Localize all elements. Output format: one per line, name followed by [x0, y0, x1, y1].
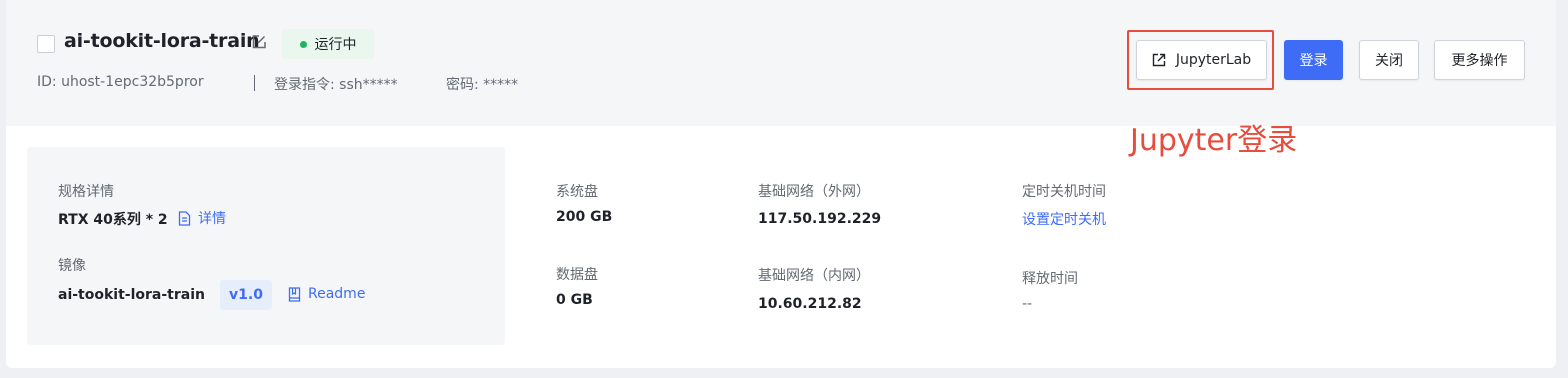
data-disk-label: 数据盘	[556, 267, 598, 283]
set-shutdown-link[interactable]: 设置定时关机	[1022, 209, 1106, 229]
login-button[interactable]: 登录	[1284, 40, 1343, 80]
jupyterlab-button[interactable]: JupyterLab	[1136, 40, 1267, 80]
instance-card: ai-tookit-lora-train 运行中 ID: uhost-1epc3…	[6, 0, 1556, 368]
meta-divider	[254, 75, 255, 91]
readme-link[interactable]: Readme	[288, 286, 365, 302]
close-button[interactable]: 关闭	[1359, 40, 1419, 80]
spec-value: RTX 40系列 * 2	[58, 212, 168, 228]
status-badge: 运行中	[282, 29, 374, 59]
instance-id: ID: uhost-1epc32b5pror	[37, 74, 204, 90]
spec-label: 规格详情	[58, 184, 114, 200]
data-disk-value: 0 GB	[556, 292, 593, 308]
release-time-label: 释放时间	[1022, 271, 1078, 287]
external-link-icon	[1152, 53, 1166, 67]
status-text: 运行中	[314, 37, 357, 53]
private-ip-value: 10.60.212.82	[758, 296, 862, 312]
release-time-value: --	[1022, 296, 1033, 312]
image-version-tag: v1.0	[220, 280, 272, 310]
book-icon	[288, 286, 301, 302]
login-command: 登录指令: ssh*****	[274, 77, 398, 93]
more-actions-button[interactable]: 更多操作	[1434, 40, 1525, 80]
jupyterlab-label: JupyterLab	[1175, 52, 1252, 68]
readme-label: Readme	[308, 286, 366, 302]
status-dot-icon	[299, 40, 307, 48]
document-icon	[178, 210, 191, 226]
private-network-label: 基础网络（内网）	[758, 268, 870, 284]
instance-header: ai-tookit-lora-train 运行中 ID: uhost-1epc3…	[6, 0, 1556, 158]
select-checkbox[interactable]	[37, 35, 55, 53]
system-disk-label: 系统盘	[556, 184, 598, 200]
system-disk-value: 200 GB	[556, 209, 613, 225]
spec-detail-label: 详情	[198, 211, 226, 227]
image-value: ai-tookit-lora-train	[58, 287, 205, 303]
instance-name: ai-tookit-lora-train	[64, 30, 260, 52]
spec-detail-link[interactable]: 详情	[178, 208, 226, 228]
image-label: 镜像	[58, 258, 86, 274]
public-network-label: 基础网络（外网）	[758, 184, 870, 200]
edit-icon[interactable]	[250, 33, 268, 51]
jupyter-login-annotation: Jupyter登录	[1130, 123, 1298, 158]
shutdown-time-label: 定时关机时间	[1022, 184, 1106, 200]
password: 密码: *****	[446, 77, 519, 93]
spec-panel: 规格详情 RTX 40系列 * 2 详情 镜像 ai-tookit-lora-t…	[27, 147, 505, 345]
public-ip-value: 117.50.192.229	[758, 211, 882, 227]
